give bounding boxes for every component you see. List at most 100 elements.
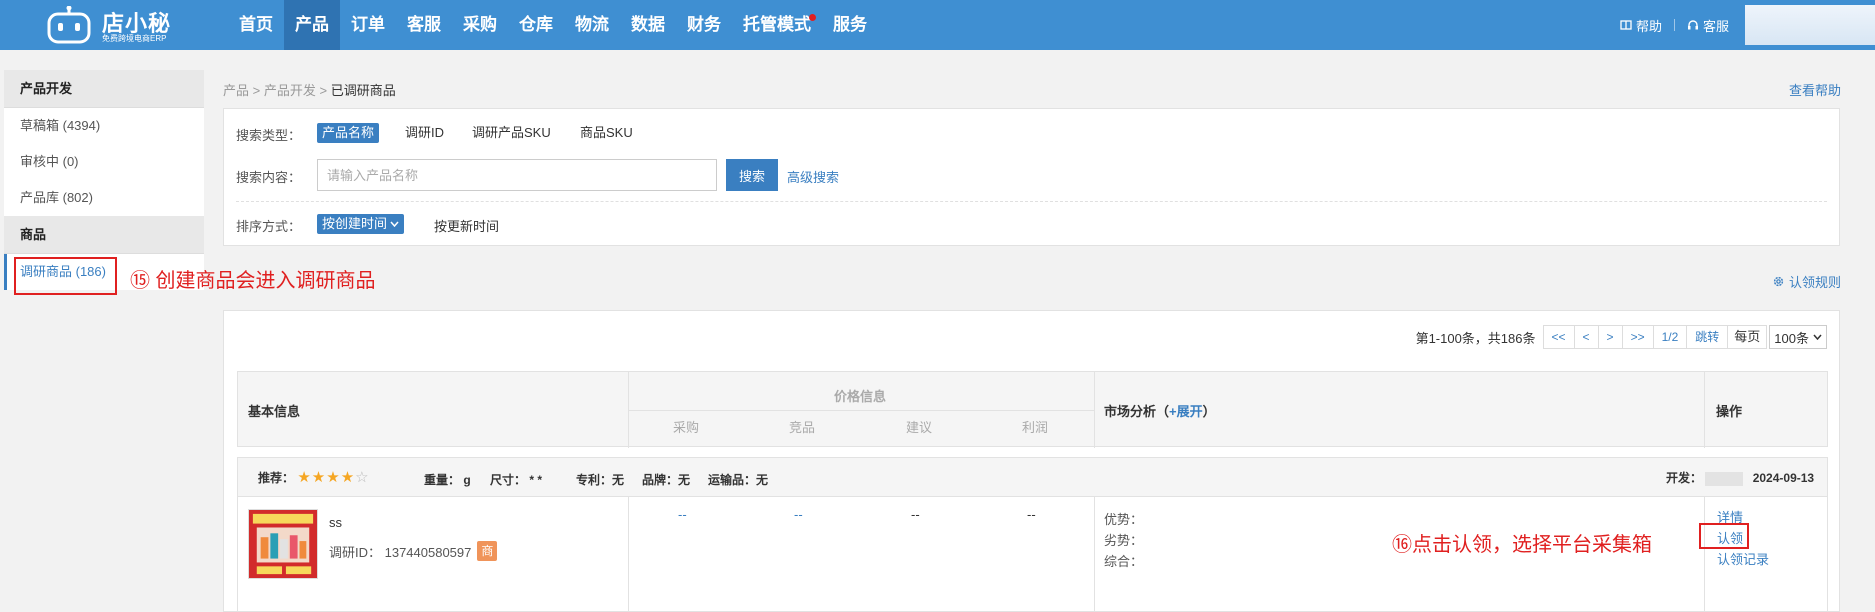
logo[interactable]: 店小秘 免费跨境电商ERP	[46, 2, 176, 48]
divider	[628, 497, 629, 612]
service-button[interactable]: 客服	[1675, 16, 1741, 35]
chevron-down-icon	[390, 221, 399, 227]
sort-by-created-button[interactable]: 按创建时间	[317, 214, 405, 234]
nav-purchase[interactable]: 采购	[452, 0, 508, 50]
search-content-label: 搜索内容：	[236, 170, 302, 185]
star-empty-icon: ☆	[355, 469, 370, 486]
pager-first-button[interactable]: <<	[1542, 325, 1575, 349]
search-type-research-id[interactable]: 调研ID	[400, 123, 449, 143]
nav-orders[interactable]: 订单	[340, 0, 396, 50]
col-operations: 操作	[1716, 404, 1743, 419]
sidebar-item-drafts[interactable]: 草稿箱 (4394)	[4, 108, 204, 144]
robot-logo-icon	[47, 6, 91, 44]
research-id: 调研ID： 137440580597 商	[329, 541, 498, 561]
main-nav: 首页 产品 订单 客服 采购 仓库 物流 数据 财务 托管模式 服务	[228, 0, 878, 50]
per-page-select[interactable]: 100条	[1769, 325, 1827, 349]
view-help-link[interactable]: 查看帮助	[1789, 80, 1841, 99]
market-analysis-label: 市场分析（	[1104, 404, 1170, 419]
search-type-product-name[interactable]: 产品名称	[317, 123, 380, 143]
col-basic-info: 基本信息	[248, 404, 301, 419]
expand-link[interactable]: +展开	[1169, 404, 1203, 419]
annotation-box-16	[1699, 523, 1749, 549]
nav-home[interactable]: 首页	[228, 0, 284, 50]
market-overall: 综合：	[1104, 554, 1144, 569]
sidebar-item-reviewing[interactable]: 审核中 (0)	[4, 144, 204, 180]
nav-data[interactable]: 数据	[620, 0, 676, 50]
help-button[interactable]: 帮助	[1608, 16, 1674, 35]
product-thumbnail[interactable]	[248, 509, 318, 579]
pager-next-button[interactable]: >	[1597, 325, 1623, 349]
nav-hosted-mode[interactable]: 托管模式	[732, 0, 822, 50]
research-id-value: 调研ID： 137440580597	[329, 544, 472, 560]
developer-name-redacted	[1705, 471, 1744, 486]
divider	[1704, 497, 1705, 612]
search-type-goods-sku[interactable]: 商品SKU	[575, 123, 638, 143]
advanced-search-link[interactable]: 高级搜索	[787, 167, 839, 186]
nav-finance[interactable]: 财务	[676, 0, 732, 50]
nav-product[interactable]: 产品	[284, 0, 340, 50]
search-input[interactable]	[317, 159, 717, 191]
per-page-value: 100条	[1774, 330, 1809, 346]
annotation-box-15	[14, 257, 117, 295]
patent-cell: 专利：无	[576, 473, 625, 487]
annotation-text-16: ⑯点击认领，选择平台采集箱	[1392, 534, 1652, 556]
recommend-cell: 推荐： ★★★★☆	[258, 468, 370, 486]
breadcrumb-product[interactable]: 产品	[223, 83, 249, 98]
result-panel: 第1-100条，共186条 << < > >> 1/2 跳转 每页 100条 基…	[223, 310, 1840, 612]
per-page-label: 每页	[1727, 325, 1768, 349]
developer-label: 开发：	[1666, 471, 1703, 485]
col-price-purchase: 采购	[673, 420, 700, 435]
pager-jump-button[interactable]: 跳转	[1686, 325, 1729, 349]
nav-logistics[interactable]: 物流	[564, 0, 620, 50]
goods-badge: 商	[477, 541, 498, 561]
claim-history-link[interactable]: 认领记录	[1717, 549, 1769, 568]
search-type-research-sku[interactable]: 调研产品SKU	[467, 123, 556, 143]
item-header-row: 推荐： ★★★★☆ 重量： g 尺寸： * * 专利：无 品牌：无 运输品：无 …	[237, 457, 1828, 497]
pager-last-button[interactable]: >>	[1621, 325, 1654, 349]
top-navbar: 店小秘 免费跨境电商ERP 首页 产品 订单 客服 采购 仓库 物流 数据 财务…	[0, 0, 1875, 50]
col-price-profit: 利润	[1022, 420, 1049, 435]
sort-label: 排序方式：	[236, 219, 302, 234]
sidebar-group-product-dev: 产品开发	[4, 70, 204, 108]
sidebar-item-product-library[interactable]: 产品库 (802)	[4, 180, 204, 216]
sidebar-group-goods: 商品	[4, 216, 204, 254]
price-competitor[interactable]: --	[794, 507, 803, 522]
col-price-competitor: 竞品	[789, 420, 816, 435]
price-profit: --	[1027, 507, 1036, 522]
divider	[628, 410, 1094, 411]
claim-rules-link[interactable]: 认领规则	[1772, 272, 1841, 291]
book-icon	[1620, 20, 1632, 30]
item-date: 2024-09-13	[1752, 471, 1815, 485]
divider	[1094, 372, 1095, 448]
price-purchase[interactable]: --	[678, 507, 687, 522]
market-disadvantage: 劣势：	[1104, 533, 1144, 548]
sort-by-updated-button[interactable]: 按更新时间	[434, 216, 499, 235]
logo-subtitle: 免费跨境电商ERP	[102, 34, 167, 43]
col-market-analysis: 市场分析（+展开）	[1104, 401, 1216, 420]
breadcrumb: 产品 > 产品开发 > 已调研商品	[223, 83, 396, 98]
annotation-text-15: ⑮ 创建商品会进入调研商品	[130, 270, 376, 292]
recommend-label: 推荐：	[258, 471, 295, 485]
weight-cell: 重量： g	[424, 473, 471, 487]
service-label: 客服	[1702, 18, 1729, 34]
nav-customer-service[interactable]: 客服	[396, 0, 452, 50]
nav-warehouse[interactable]: 仓库	[508, 0, 564, 50]
search-button[interactable]: 搜索	[726, 159, 778, 191]
top-right-tools: 帮助 客服	[1608, 0, 1875, 50]
divider	[1704, 372, 1705, 448]
developer-cell: 开发： 2024-09-13	[1666, 469, 1814, 486]
notification-dot	[809, 14, 816, 21]
breadcrumb-product-dev[interactable]: 产品开发	[264, 83, 316, 98]
search-type-label: 搜索类型：	[236, 128, 302, 143]
pager-prev-button[interactable]: <	[1573, 325, 1599, 349]
product-name: ss	[329, 515, 342, 530]
pager-info: 第1-100条，共186条	[1415, 330, 1536, 346]
rating-stars: ★★★★☆	[297, 469, 369, 486]
user-account-box[interactable]	[1745, 5, 1875, 45]
star-icon: ★★★★	[297, 469, 356, 486]
claim-rules-label: 认领规则	[1788, 275, 1841, 290]
nav-services[interactable]: 服务	[822, 0, 878, 50]
headset-icon	[1687, 20, 1698, 30]
col-price-suggested: 建议	[906, 420, 933, 435]
pager-page-indicator[interactable]: 1/2	[1652, 325, 1688, 349]
